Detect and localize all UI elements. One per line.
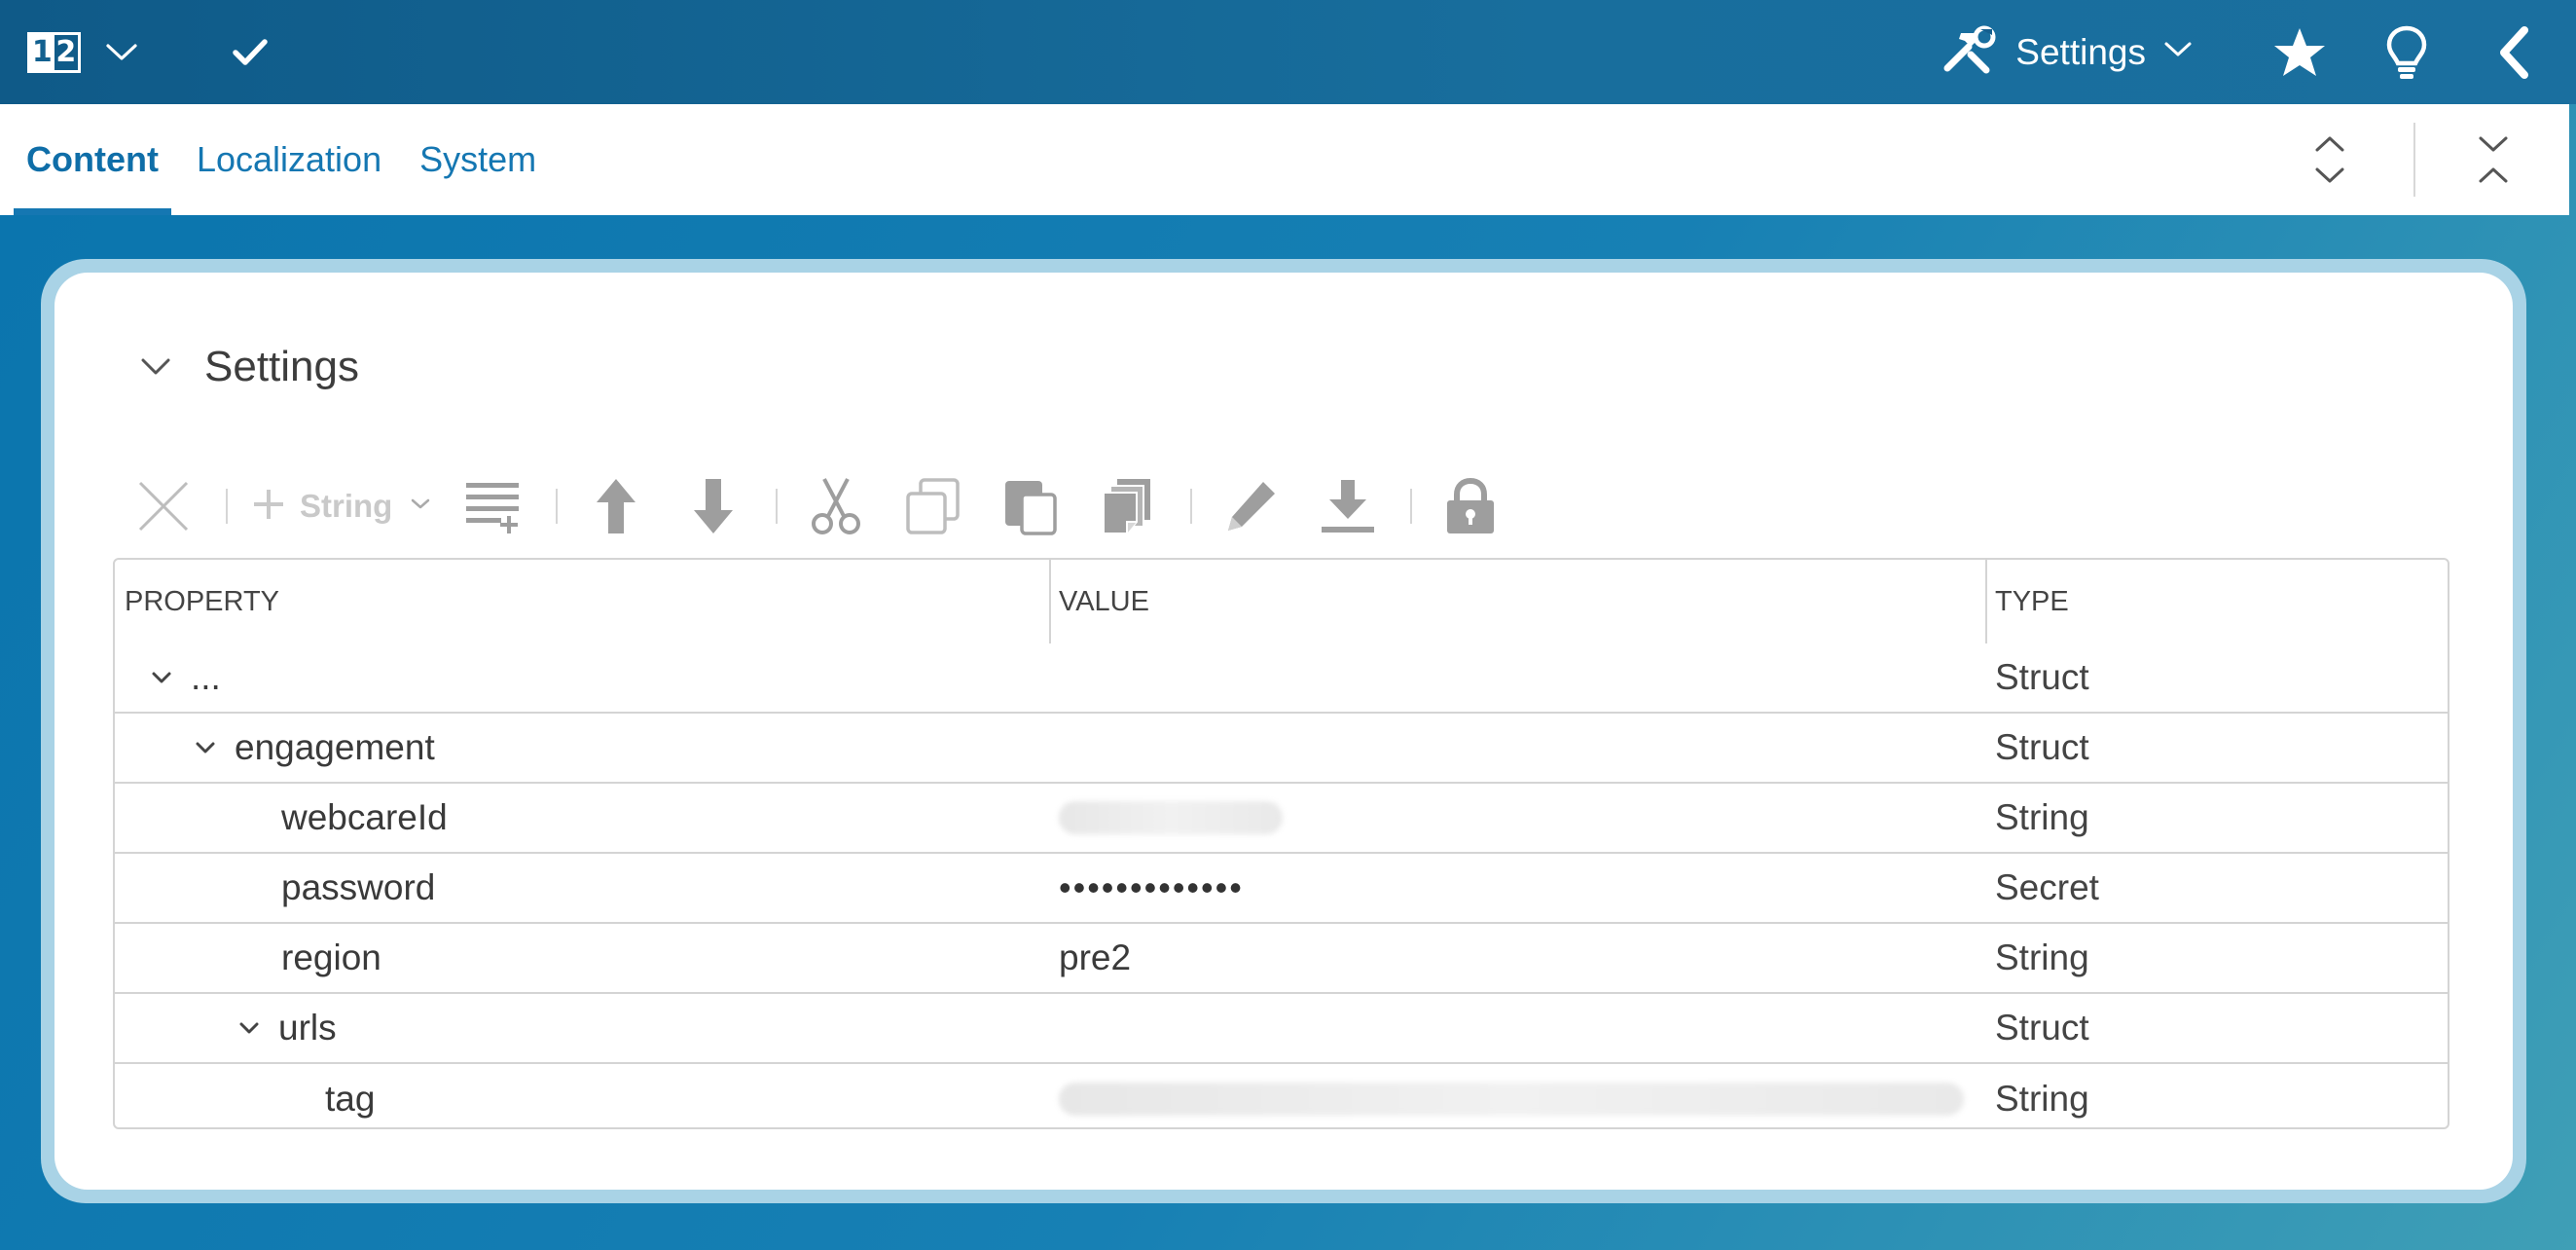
expand-collapse-icon[interactable] [2291, 121, 2369, 199]
property-type: Secret [1995, 867, 2099, 907]
add-type-label: String [300, 488, 393, 524]
table-row[interactable]: webcareId String [115, 784, 2448, 854]
table-row[interactable]: engagement Struct [115, 714, 2448, 784]
chevron-down-icon[interactable] [136, 348, 175, 386]
move-down-icon[interactable] [678, 471, 748, 541]
edit-toolbar: String [128, 467, 1533, 545]
password-value: ••••••••••••• [1059, 867, 1244, 907]
collapse-all-icon[interactable] [2454, 121, 2532, 199]
sheet-number-icon[interactable]: 1 2 [27, 31, 81, 73]
section-header[interactable]: Settings [136, 343, 359, 391]
tab-localization[interactable]: Localization [184, 104, 394, 215]
chevron-down-icon[interactable] [102, 33, 141, 72]
property-name: urls [278, 1008, 337, 1048]
section-title: Settings [204, 343, 359, 390]
property-name: engagement [235, 727, 435, 767]
table-row[interactable]: urls Struct [115, 994, 2448, 1064]
tab-bar: Content Localization System [0, 104, 2569, 215]
property-type: String [1995, 1079, 2089, 1119]
redacted-value [1059, 1083, 1964, 1116]
sheet-number-right: 2 [55, 34, 77, 69]
settings-menu-label: Settings [2015, 31, 2146, 72]
property-value[interactable] [1049, 1064, 1985, 1127]
settings-menu[interactable]: Settings [1941, 25, 2193, 79]
chevron-down-icon[interactable] [188, 730, 223, 765]
tools-icon [1941, 25, 1996, 79]
property-value[interactable] [1049, 714, 1985, 782]
star-icon[interactable] [2270, 23, 2329, 82]
tab-system[interactable]: System [407, 104, 549, 215]
lock-icon[interactable] [1435, 471, 1506, 541]
chevron-down-icon [2163, 41, 2193, 63]
property-name: password [281, 867, 436, 907]
column-header-value[interactable]: VALUE [1049, 560, 1985, 643]
settings-panel-frame: Settings String PROPERTY VALUE TYPE ... … [41, 259, 2526, 1203]
column-header-property[interactable]: PROPERTY [115, 560, 1049, 643]
property-type: Struct [1995, 657, 2089, 697]
table-row[interactable]: ... Struct [115, 643, 2448, 714]
delete-icon[interactable] [128, 471, 199, 541]
property-name: ... [191, 657, 221, 697]
property-name: tag [325, 1079, 376, 1119]
column-header-type[interactable]: TYPE [1985, 560, 2448, 643]
toolbar-divider [1190, 489, 1193, 524]
toolbar-divider [2413, 123, 2415, 197]
chevron-down-icon[interactable] [144, 660, 179, 695]
toolbar-divider [556, 489, 559, 524]
settings-panel: Settings String PROPERTY VALUE TYPE ... … [54, 273, 2513, 1190]
property-value[interactable] [1049, 643, 1985, 712]
download-icon[interactable] [1313, 471, 1383, 541]
plus-icon [251, 487, 286, 527]
table-header: PROPERTY VALUE TYPE [115, 560, 2448, 643]
redacted-value [1059, 801, 1283, 834]
tab-content[interactable]: Content [14, 104, 171, 215]
sheet-number-left: 1 [30, 34, 54, 70]
copy-icon[interactable] [898, 471, 968, 541]
add-list-icon[interactable] [458, 471, 528, 541]
property-value[interactable] [1049, 994, 1985, 1062]
property-type: String [1995, 797, 2089, 837]
edit-icon[interactable] [1215, 471, 1286, 541]
table-row[interactable]: password ••••••••••••• Secret [115, 854, 2448, 924]
property-value[interactable]: pre2 [1049, 924, 1985, 992]
toolbar-divider [1410, 489, 1413, 524]
duplicate-icon[interactable] [1093, 471, 1163, 541]
table-row[interactable]: tag String [115, 1064, 2448, 1127]
property-type: String [1995, 938, 2089, 977]
chevron-down-icon[interactable] [232, 1011, 267, 1046]
property-type: Struct [1995, 727, 2089, 767]
toolbar-divider [776, 489, 779, 524]
paste-icon[interactable] [996, 471, 1066, 541]
back-arrow-icon[interactable] [2485, 23, 2543, 82]
cut-icon[interactable] [801, 471, 871, 541]
property-name: webcareId [281, 797, 448, 837]
check-icon[interactable] [229, 31, 272, 74]
toolbar-divider [226, 489, 228, 524]
add-string-button[interactable]: String [251, 487, 431, 527]
chevron-down-icon[interactable] [410, 497, 431, 516]
property-type: Struct [1995, 1008, 2089, 1048]
move-up-icon[interactable] [581, 471, 651, 541]
top-bar: 1 2 Settings [0, 0, 2576, 104]
property-value[interactable] [1049, 784, 1985, 852]
table-row[interactable]: region pre2 String [115, 924, 2448, 994]
property-table: PROPERTY VALUE TYPE ... Struct engagemen… [113, 558, 2449, 1129]
lightbulb-icon[interactable] [2377, 23, 2436, 82]
property-name: region [281, 938, 381, 977]
